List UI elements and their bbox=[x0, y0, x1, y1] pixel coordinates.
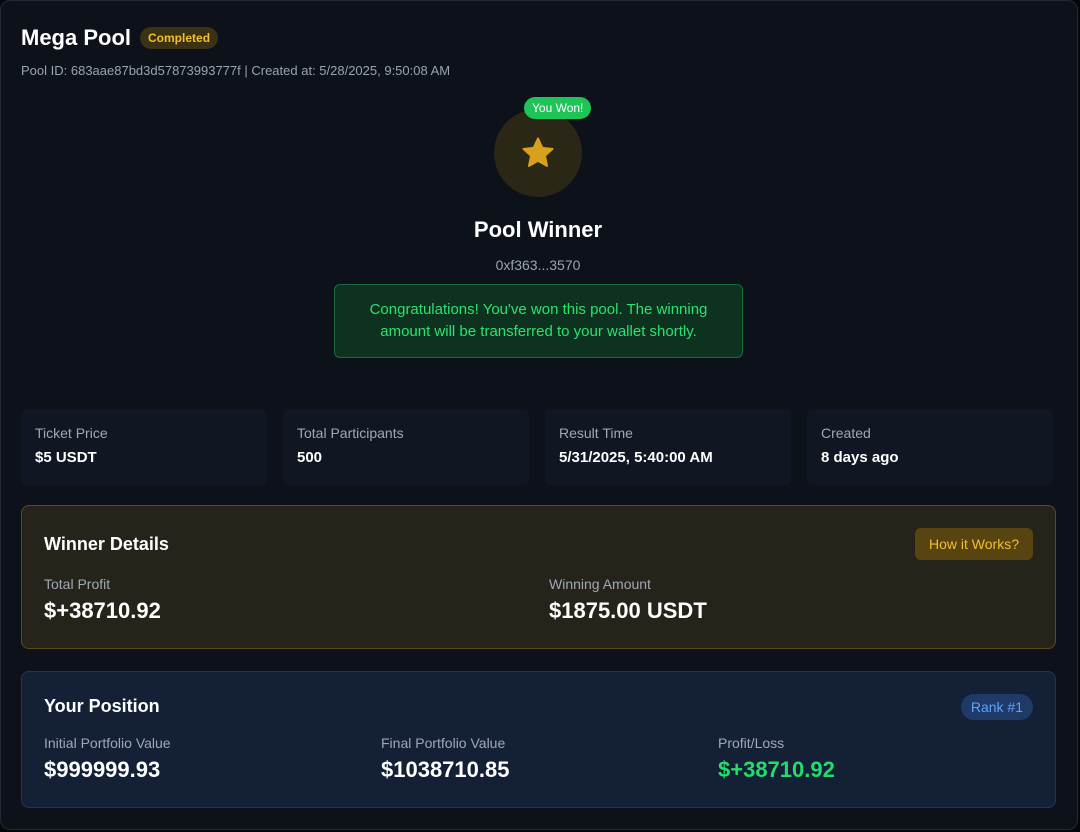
pool-meta: Pool ID: 683aae87bd3d57873993777f | Crea… bbox=[21, 63, 451, 78]
status-badge: Completed bbox=[140, 27, 219, 49]
congratulations-text: Congratulations! You've won this pool. T… bbox=[369, 301, 708, 340]
winning-amount-field: Winning Amount $1875.00 USDT bbox=[549, 576, 707, 624]
initial-portfolio-label: Initial Portfolio Value bbox=[44, 735, 171, 751]
total-profit-field: Total Profit $+38710.92 bbox=[44, 576, 161, 624]
winning-amount-label: Winning Amount bbox=[549, 576, 651, 592]
profit-loss-field: Profit/Loss $+38710.92 bbox=[718, 735, 835, 783]
star-icon bbox=[522, 137, 554, 167]
stat-ticket-price: Ticket Price $5 USDT bbox=[21, 409, 267, 485]
your-position-card: Your Position Rank #1 Initial Portfolio … bbox=[21, 671, 1056, 808]
stats-row: Ticket Price $5 USDT Total Participants … bbox=[21, 409, 1053, 485]
winner-address: 0xf363...3570 bbox=[495, 257, 581, 273]
stat-value: 8 days ago bbox=[821, 449, 899, 466]
stat-label: Created bbox=[821, 425, 871, 441]
stat-value: 500 bbox=[297, 449, 323, 466]
stat-label: Ticket Price bbox=[35, 425, 108, 441]
total-profit-value: $+38710.92 bbox=[44, 598, 161, 623]
final-portfolio-label: Final Portfolio Value bbox=[381, 735, 506, 751]
winner-block: You Won! Pool Winner 0xf363...3570 bbox=[1, 97, 1075, 273]
your-position-title: Your Position bbox=[44, 696, 160, 716]
pool-details-panel: Mega Pool Completed Pool ID: 683aae87bd3… bbox=[0, 0, 1078, 830]
winning-amount-value: $1875.00 USDT bbox=[549, 598, 707, 623]
rank-badge: Rank #1 bbox=[960, 694, 1033, 720]
initial-portfolio-value: $999999.93 bbox=[44, 757, 161, 782]
final-portfolio-field: Final Portfolio Value $1038710.85 bbox=[381, 735, 509, 783]
winner-title: Pool Winner bbox=[473, 217, 603, 242]
winner-avatar-wrap: You Won! bbox=[493, 97, 592, 199]
pool-title: Mega Pool bbox=[21, 25, 132, 50]
stat-label: Result Time bbox=[559, 425, 633, 441]
stat-value: 5/31/2025, 5:40:00 AM bbox=[559, 449, 713, 466]
how-it-works-button[interactable]: How it Works? bbox=[915, 528, 1033, 560]
initial-portfolio-field: Initial Portfolio Value $999999.93 bbox=[44, 735, 171, 783]
title-row: Mega Pool Completed bbox=[21, 25, 450, 51]
stat-result-time: Result Time 5/31/2025, 5:40:00 AM bbox=[545, 409, 791, 485]
final-portfolio-value: $1038710.85 bbox=[381, 757, 510, 782]
pool-header: Mega Pool Completed Pool ID: 683aae87bd3… bbox=[21, 25, 450, 78]
winner-details-title: Winner Details bbox=[44, 534, 169, 554]
stat-created: Created 8 days ago bbox=[807, 409, 1053, 485]
winner-avatar bbox=[494, 109, 582, 197]
congratulations-message: Congratulations! You've won this pool. T… bbox=[334, 284, 743, 358]
winner-details-card: Winner Details How it Works? Total Profi… bbox=[21, 505, 1056, 649]
stat-value: $5 USDT bbox=[35, 449, 97, 466]
stat-label: Total Participants bbox=[297, 425, 404, 441]
stat-total-participants: Total Participants 500 bbox=[283, 409, 529, 485]
total-profit-label: Total Profit bbox=[44, 576, 111, 592]
profit-loss-label: Profit/Loss bbox=[718, 735, 785, 751]
you-won-badge: You Won! bbox=[524, 97, 592, 119]
profit-loss-value: $+38710.92 bbox=[718, 757, 835, 782]
